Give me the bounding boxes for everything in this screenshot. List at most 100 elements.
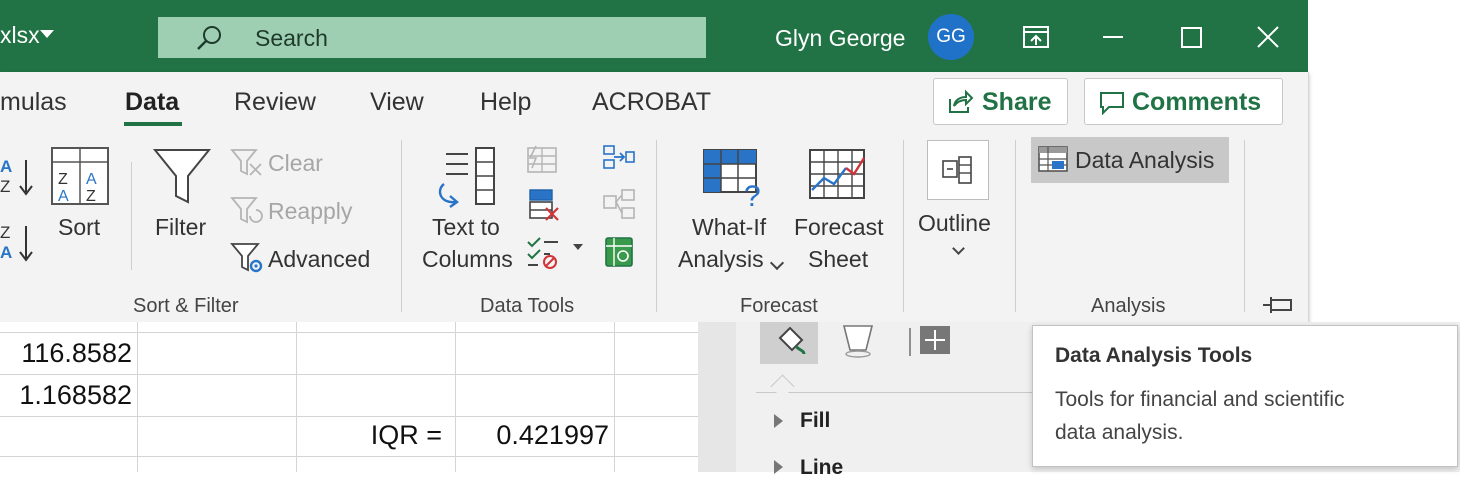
text-to-columns-button[interactable]: Text to Columns bbox=[418, 144, 522, 314]
ribbon-display-options-icon[interactable] bbox=[1022, 25, 1050, 49]
share-button[interactable]: Share bbox=[933, 78, 1068, 125]
ribbon: mulas Data Review View Help ACROBAT Shar… bbox=[0, 72, 1309, 322]
group-label-forecast: Forecast bbox=[740, 295, 818, 317]
minimize-icon[interactable] bbox=[1103, 36, 1123, 38]
advanced-label: Advanced bbox=[268, 246, 371, 272]
fill-line-tab[interactable] bbox=[760, 322, 818, 364]
search-input[interactable]: Search bbox=[255, 25, 328, 52]
chevron-down-icon[interactable] bbox=[40, 30, 54, 38]
data-model-icon[interactable] bbox=[602, 234, 636, 270]
worksheet-grid: 116.8582 1.168582 IQR = 0.421997 bbox=[0, 322, 733, 472]
sort-button[interactable]: Z A A Z Sort bbox=[50, 144, 112, 314]
svg-text:Z: Z bbox=[58, 171, 68, 188]
group-separator bbox=[1015, 140, 1016, 312]
search-box[interactable]: Search bbox=[158, 17, 706, 58]
tooltip-title: Data Analysis Tools bbox=[1055, 344, 1253, 367]
maximize-icon[interactable] bbox=[1181, 27, 1202, 48]
filter-button[interactable]: Filter bbox=[150, 144, 216, 314]
chevron-down-icon[interactable] bbox=[573, 244, 583, 250]
line-section-label[interactable]: Line bbox=[800, 456, 843, 480]
comments-button[interactable]: Comments bbox=[1084, 78, 1283, 125]
comments-label: Comments bbox=[1132, 88, 1262, 116]
tab-pointer bbox=[770, 374, 795, 399]
relationships-icon[interactable] bbox=[602, 188, 636, 222]
gridline bbox=[137, 322, 138, 472]
tooltip: Data Analysis Tools Tools for financial … bbox=[1032, 325, 1458, 467]
gridline bbox=[0, 416, 698, 417]
data-analysis-label: Data Analysis bbox=[1075, 147, 1215, 173]
gridline bbox=[0, 456, 698, 457]
tab-view[interactable]: View bbox=[370, 88, 424, 117]
chevron-right-icon bbox=[774, 414, 783, 428]
tooltip-body-line2: data analysis. bbox=[1055, 421, 1184, 444]
reapply-filter-icon bbox=[230, 197, 263, 224]
active-tab-indicator bbox=[124, 122, 182, 126]
what-if-analysis-label-line2: Analysis bbox=[678, 246, 764, 272]
share-icon bbox=[949, 89, 974, 113]
svg-text:?: ? bbox=[744, 180, 761, 208]
svg-text:Z: Z bbox=[86, 188, 96, 205]
tab-formulas[interactable]: mulas bbox=[0, 88, 67, 117]
clear-label: Clear bbox=[268, 150, 323, 176]
cell-a2[interactable]: 116.8582 bbox=[0, 338, 132, 369]
sort-label: Sort bbox=[58, 214, 101, 240]
tab-data[interactable]: Data bbox=[125, 88, 179, 117]
size-properties-tab-icon[interactable] bbox=[906, 324, 952, 358]
sort-icon: Z A A Z bbox=[51, 147, 109, 205]
remove-duplicates-icon[interactable] bbox=[526, 188, 560, 222]
outline-icon bbox=[942, 156, 972, 184]
forecast-sheet-button[interactable]: Forecast Sheet bbox=[792, 144, 892, 314]
avatar[interactable]: GG bbox=[928, 14, 974, 60]
paint-bucket-icon bbox=[778, 326, 806, 355]
filter-label: Filter bbox=[155, 214, 207, 240]
user-name[interactable]: Glyn George bbox=[775, 25, 905, 52]
data-validation-icon[interactable] bbox=[526, 234, 560, 270]
text-to-columns-label-line1: Text to bbox=[432, 214, 500, 240]
outline-button[interactable]: Outline bbox=[914, 138, 1004, 268]
sort-a-to-z-icon[interactable]: A Z bbox=[0, 154, 36, 200]
what-if-analysis-icon: ? bbox=[703, 149, 761, 208]
group-separator bbox=[656, 140, 657, 312]
what-if-analysis-button[interactable]: ? What-If Analysis bbox=[674, 144, 790, 314]
reapply-label: Reapply bbox=[268, 198, 353, 224]
search-icon bbox=[197, 26, 221, 50]
cell-a3[interactable]: 1.168582 bbox=[0, 380, 132, 411]
tab-acrobat[interactable]: ACROBAT bbox=[592, 88, 711, 117]
cell-d4[interactable]: 0.421997 bbox=[455, 420, 609, 451]
text-to-columns-label-line2: Columns bbox=[422, 246, 513, 272]
group-separator bbox=[401, 140, 402, 312]
forecast-sheet-icon bbox=[809, 149, 866, 199]
data-analysis-icon bbox=[1038, 146, 1068, 172]
chevron-down-icon bbox=[952, 242, 965, 255]
svg-text:A: A bbox=[58, 188, 69, 205]
reapply-button[interactable]: Reapply bbox=[228, 194, 358, 226]
svg-text:Z: Z bbox=[0, 223, 10, 242]
scrollbar-track[interactable] bbox=[698, 322, 736, 472]
cell-c4[interactable]: IQR = bbox=[296, 420, 442, 451]
advanced-filter-icon bbox=[230, 243, 263, 273]
fill-section-label[interactable]: Fill bbox=[800, 409, 830, 433]
data-analysis-button[interactable]: Data Analysis bbox=[1031, 137, 1229, 183]
effects-tab-icon[interactable] bbox=[838, 324, 878, 360]
group-separator bbox=[903, 140, 904, 312]
group-label-sort-filter: Sort & Filter bbox=[133, 295, 239, 317]
close-icon[interactable] bbox=[1256, 25, 1280, 49]
what-if-analysis-label-line1: What-If bbox=[692, 214, 767, 240]
outline-icon-frame bbox=[927, 140, 989, 200]
consolidate-icon[interactable] bbox=[602, 144, 636, 172]
pin-ribbon-icon[interactable] bbox=[1261, 294, 1295, 316]
divider bbox=[131, 162, 132, 270]
share-label: Share bbox=[982, 88, 1052, 116]
advanced-filter-button[interactable]: Advanced bbox=[228, 242, 378, 274]
group-label-analysis: Analysis bbox=[1091, 295, 1166, 317]
tab-help[interactable]: Help bbox=[480, 88, 531, 117]
file-name[interactable]: xlsx bbox=[0, 22, 40, 49]
sort-z-to-a-icon[interactable]: Z A bbox=[0, 220, 36, 266]
clear-button[interactable]: Clear bbox=[228, 146, 338, 178]
gridline bbox=[0, 332, 698, 333]
svg-text:Z: Z bbox=[0, 177, 10, 196]
flash-fill-icon[interactable] bbox=[526, 144, 560, 176]
comment-icon bbox=[1100, 92, 1124, 115]
tab-review[interactable]: Review bbox=[234, 88, 316, 117]
chevron-down-icon bbox=[769, 255, 785, 271]
